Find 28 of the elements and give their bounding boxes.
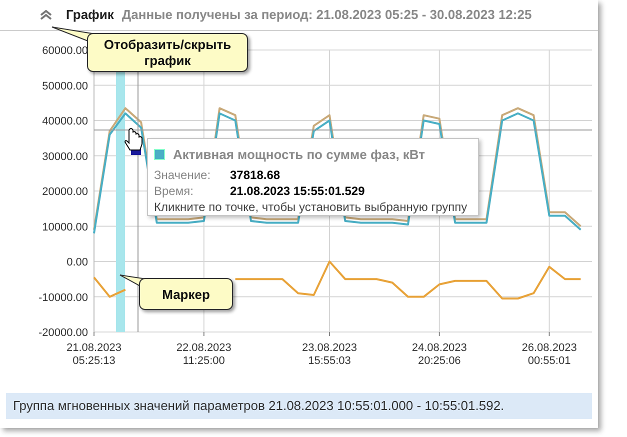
hand-cursor-icon — [124, 128, 142, 150]
y-axis-label: 60000.00 — [42, 45, 88, 57]
y-axis-label: -20000.00 — [38, 327, 88, 339]
y-axis-label: 50000.00 — [42, 80, 88, 92]
period-text: Данные получены за период: 21.08.2023 05:25 - 30.08.2023 12:25 — [122, 6, 532, 24]
series-swatch — [154, 149, 165, 160]
tooltip-value: 37818.68 — [230, 166, 280, 182]
x-axis-label: 23.08.2023 15:55:03 — [302, 342, 358, 367]
y-axis-label: 40000.00 — [42, 116, 88, 128]
callout: Маркер — [139, 278, 233, 310]
tooltip-hint: Кликните по точке, чтобы установить выбранную группу — [154, 198, 468, 214]
y-axis-label: 30000.00 — [42, 150, 88, 163]
y-axis-label: 0.00 — [66, 256, 88, 268]
callout: Отобразить/скрыть график — [87, 33, 248, 72]
y-axis-label: 10000.00 — [42, 221, 88, 234]
tooltip-label: Значение: — [154, 166, 212, 182]
y-axis-label: -10000.00 — [38, 292, 88, 304]
status-bar: Группа мгновенных значений параметров 21.08.2023 10:55:01.000 - 10:55:01.592. — [6, 393, 592, 419]
tooltip-title: Активная мощность по сумме фаз, кВт — [173, 146, 426, 164]
x-axis-label: 24.08.2023 20:25:06 — [412, 342, 467, 367]
x-axis-label: 26.08.2023 00:55:01 — [522, 342, 577, 367]
x-axis-label: 22.08.2023 11:25:00 — [176, 342, 232, 367]
tooltip-label: Время: — [154, 182, 194, 198]
y-axis-label: 20000.00 — [42, 186, 88, 198]
tooltip-value: 21.08.2023 15:55:01.529 — [230, 182, 365, 198]
x-axis-label: 21.08.2023 05:25:13 — [66, 342, 122, 367]
chart-title: График — [66, 6, 114, 24]
double-chevron-up-icon[interactable] — [40, 10, 52, 20]
